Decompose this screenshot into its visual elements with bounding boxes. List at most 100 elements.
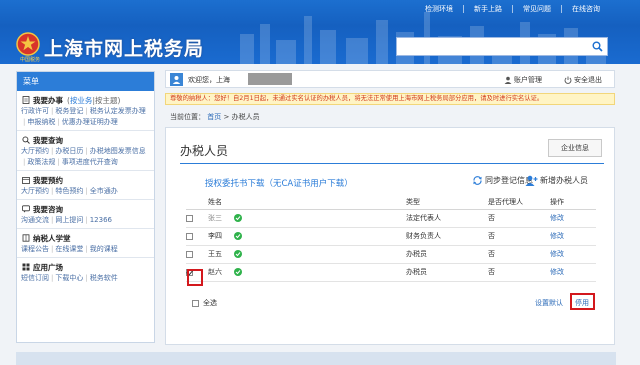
power-icon (564, 76, 572, 84)
sidebar-link[interactable]: 税务认定 (90, 106, 118, 117)
link-faq[interactable]: 常见问题 (513, 4, 561, 14)
logout-link[interactable]: 安全退出 (564, 75, 602, 85)
sidebar-link[interactable]: 在线课堂 (55, 244, 83, 255)
side-group-query: 我要查询 大厅预约 | 办税日历 | 办税地图 发票信息 | 政策法规 | 事项进度 代… (17, 131, 154, 171)
enterprise-info-button[interactable]: 企业信息 (548, 139, 602, 157)
table-row: 李四 财务负责人 否 修改 (186, 227, 596, 246)
logout-label: 安全退出 (574, 76, 602, 84)
account-manage-link[interactable]: 账户管理 (504, 75, 542, 85)
officer-name: 王五 (208, 250, 222, 258)
tab-by-business[interactable]: 按业务 (70, 96, 93, 105)
breadcrumb-prefix: 当前位置： (170, 113, 205, 121)
is-agent: 否 (488, 245, 550, 264)
verified-icon (234, 268, 242, 276)
edit-link[interactable]: 修改 (550, 268, 564, 276)
account-icon (504, 76, 512, 84)
row-checkbox[interactable] (186, 250, 193, 258)
sidebar-link[interactable]: 优惠办理 (62, 117, 90, 128)
column-header: 类型 (406, 196, 488, 210)
edit-link[interactable]: 修改 (550, 232, 564, 240)
side-group-title: 我要办事 (33, 95, 63, 105)
sidebar-link[interactable]: 沟通交流 (21, 215, 49, 226)
redacted-name (248, 73, 292, 85)
emblem-caption: 中国税务 (20, 57, 41, 63)
calendar-icon (21, 176, 30, 185)
sidebar-link[interactable]: 特色预约 (55, 186, 83, 197)
table-row: 王五 办税员 否 修改 (186, 245, 596, 264)
side-group-apps: 应用广场 短信订阅 | 下载中心 | 税务软件 (21, 262, 118, 284)
document-icon (21, 96, 30, 105)
link-beginner[interactable]: 新手上路 (464, 4, 512, 14)
verified-icon (234, 214, 242, 222)
sidebar-link[interactable]: 大厅预约 (21, 186, 49, 197)
is-agent: 否 (488, 227, 550, 246)
row-checkbox[interactable] (186, 232, 193, 240)
apps-icon (21, 263, 30, 272)
officer-name: 赵六 (208, 268, 222, 276)
link-check-env[interactable]: 检测环境 (415, 4, 463, 14)
notice-banner: 尊敬的纳税人：您好！自2月1日起，未通过实名认证的办税人员，将无法正常使用上海市… (165, 93, 615, 105)
welcome-bar: 欢迎您，上海 账户管理 安全退出 (165, 70, 615, 88)
sidebar-link[interactable]: 事项进度 (62, 157, 90, 168)
sidebar-link[interactable]: 税务登记 (55, 106, 83, 117)
column-header: 是否代理人 (488, 196, 550, 210)
table-row: 张三 法定代表人 否 修改 (186, 209, 596, 228)
side-group-title: 我要预约 (33, 175, 63, 185)
sidebar-link[interactable]: 12366 (90, 215, 112, 226)
row-checkbox[interactable] (186, 214, 193, 222)
sidebar-link[interactable]: 证明办理 (90, 117, 118, 128)
sidebar-link[interactable]: 代开查询 (90, 157, 118, 168)
link-online-consult[interactable]: 在线咨询 (562, 4, 610, 14)
verified-icon (234, 250, 242, 258)
tax-emblem-icon (16, 32, 40, 56)
search-icon[interactable] (586, 38, 608, 55)
sidebar-link[interactable]: 申报纳税 (27, 117, 55, 128)
sidebar-link[interactable]: 全市通办 (90, 186, 118, 197)
officer-type: 法定代表人 (406, 209, 488, 228)
tax-officer-panel: 办税人员 企业信息 授权委托书下载（无CA证书用户下载） 同步登记信息 新增办税… (165, 127, 615, 345)
sidebar-link[interactable]: 下载中心 (55, 273, 83, 284)
sync-registration-button[interactable]: 同步登记信息 (472, 175, 533, 186)
side-group-consult: 我要咨询 沟通交流 | 网上提问 | 12366 (17, 200, 154, 229)
sidebar-link[interactable]: 短信订阅 (21, 273, 49, 284)
sidebar-link[interactable]: 发票信息 (118, 146, 146, 157)
sidebar-link[interactable]: 我的课程 (90, 244, 118, 255)
breadcrumb-home[interactable]: 首页 (207, 113, 221, 121)
side-group-title: 应用广场 (33, 262, 63, 272)
edit-link[interactable]: 修改 (550, 250, 564, 258)
select-all-checkbox[interactable] (192, 299, 199, 307)
side-group-school: 纳税人学堂 课程公告 | 在线课堂 | 我的课程 (17, 229, 154, 258)
side-group-affairs: 我要办事 (按业务|按主题) 行政许可 | 税务登记 | 税务认定 发票办理 | 申报… (17, 91, 154, 131)
sidebar-title: 菜单 (17, 72, 154, 91)
sidebar-link[interactable]: 办税地图 (90, 146, 118, 157)
column-header: 操作 (550, 196, 596, 210)
authorization-download-link[interactable]: 授权委托书下载（无CA证书用户下载） (205, 177, 353, 189)
search-icon (21, 136, 30, 145)
sidebar-link[interactable]: 发票办理 (118, 106, 146, 117)
sync-icon (473, 176, 482, 185)
officer-name: 张三 (208, 214, 222, 222)
highlight-checkbox (187, 269, 203, 286)
sidebar-link[interactable]: 大厅预约 (21, 146, 49, 157)
sidebar-link[interactable]: 网上提问 (55, 215, 83, 226)
account-manage-label: 账户管理 (514, 76, 542, 84)
sidebar-link[interactable]: 课程公告 (21, 244, 49, 255)
sidebar-link[interactable]: 税务软件 (90, 273, 118, 284)
set-default-link[interactable]: 设置默认 (535, 298, 563, 308)
edit-link[interactable]: 修改 (550, 214, 564, 222)
is-agent: 否 (488, 209, 550, 228)
officer-type: 办税员 (406, 263, 488, 282)
sidebar-link[interactable]: 办税日历 (55, 146, 83, 157)
side-group-title: 我要咨询 (33, 204, 63, 214)
footer-band (16, 352, 616, 365)
tab-by-theme[interactable]: 按主题 (95, 96, 118, 105)
book-icon (21, 234, 30, 243)
sidebar-link[interactable]: 行政许可 (21, 106, 49, 117)
site-header: 检测环境 新手上路 常见问题 在线咨询 上海市网上税务局 中国税务 (0, 0, 640, 64)
sidebar-link[interactable]: 政策法规 (27, 157, 55, 168)
select-all-row: 全选 (192, 298, 217, 308)
add-tax-officer-button[interactable]: 新增办税人员 (525, 175, 588, 186)
is-agent: 否 (488, 263, 550, 282)
add-label: 新增办税人员 (540, 176, 588, 185)
search-input[interactable] (396, 37, 608, 56)
